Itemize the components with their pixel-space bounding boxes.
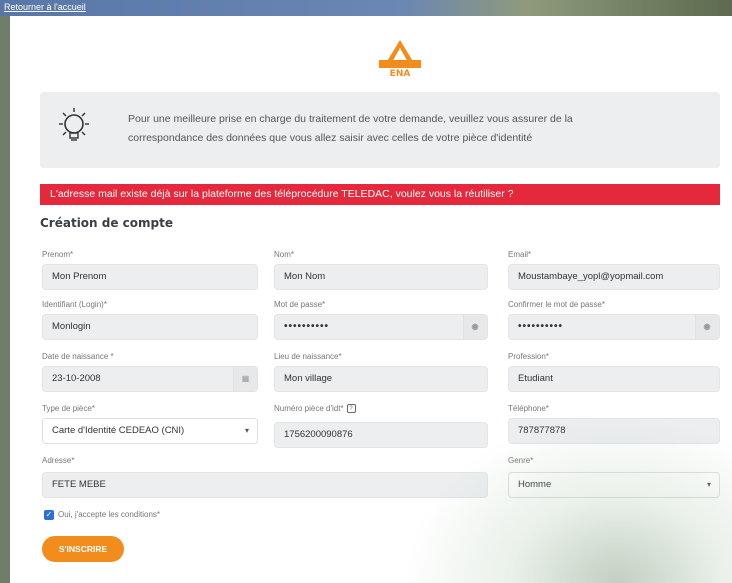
- profession-label: Profession*: [508, 352, 549, 361]
- registration-card: ENA Pour une meilleure prise en charge d…: [10, 16, 732, 583]
- help-icon[interactable]: ?: [346, 404, 356, 414]
- lieu-naissance-input[interactable]: Mon village: [274, 366, 488, 392]
- nom-label: Nom*: [274, 250, 295, 259]
- genre-label: Genre*: [508, 456, 534, 465]
- terms-label: Oui, j'accepte les conditions*: [58, 510, 161, 519]
- profession-input[interactable]: Etudiant: [508, 366, 720, 392]
- terms-checkbox[interactable]: ✓: [44, 510, 54, 520]
- lieu-naissance-label: Lieu de naissance*: [274, 352, 342, 361]
- nom-input[interactable]: Mon Nom: [274, 264, 488, 290]
- date-naissance-input[interactable]: 23-10-2008 ▦: [42, 366, 258, 392]
- confirmer-mdp-input[interactable]: •••••••••• ◉: [508, 314, 720, 340]
- register-button[interactable]: S'INSCRIRE: [42, 536, 124, 562]
- email-input[interactable]: Moustambaye_yopl@yopmail.com: [508, 264, 720, 290]
- prenom-label: Prenom*: [42, 250, 74, 259]
- telephone-input[interactable]: 787877878: [508, 418, 720, 444]
- mot-de-passe-input[interactable]: •••••••••• ◉: [274, 314, 488, 340]
- info-message: Pour une meilleure prise en charge du tr…: [128, 113, 573, 144]
- show-password-toggle[interactable]: ◉: [463, 315, 487, 339]
- show-confirm-password-toggle[interactable]: ◉: [695, 315, 719, 339]
- numero-piece-input[interactable]: 1756200090876: [274, 422, 488, 448]
- top-banner: [0, 0, 732, 16]
- calendar-icon[interactable]: ▦: [233, 367, 257, 391]
- ena-logo: ENA: [365, 38, 435, 90]
- adresse-input[interactable]: FETE MEBE: [42, 472, 488, 498]
- telephone-label: Téléphone*: [508, 404, 549, 413]
- email-label: Email*: [508, 250, 532, 259]
- svg-text:ENA: ENA: [390, 69, 411, 78]
- chevron-down-icon: ▾: [706, 480, 711, 489]
- type-piece-select[interactable]: Carte d'Identité CEDEAO (CNI) ▾: [42, 418, 258, 444]
- lightbulb-icon: [59, 108, 89, 141]
- identifiant-input[interactable]: Monlogin: [42, 314, 258, 340]
- back-to-home-link[interactable]: Retourner à l'accueil: [4, 2, 86, 12]
- date-naissance-label: Date de naissance *: [42, 352, 114, 361]
- identifiant-label: Identifiant (Login)*: [42, 300, 107, 309]
- chevron-down-icon: ▾: [244, 426, 249, 435]
- form-title: Création de compte: [40, 216, 174, 230]
- confirmer-mdp-label: Confirmer le mot de passe*: [508, 300, 605, 309]
- mot-de-passe-label: Mot de passe*: [274, 300, 326, 309]
- adresse-label: Adresse*: [42, 456, 75, 465]
- info-notice: Pour une meilleure prise en charge du tr…: [40, 92, 720, 168]
- genre-select[interactable]: Homme ▾: [508, 472, 720, 498]
- email-exists-alert[interactable]: L'adresse mail existe déjà sur la platef…: [40, 184, 720, 205]
- prenom-input[interactable]: Mon Prenom: [42, 264, 258, 290]
- type-piece-label: Type de pièce*: [42, 404, 95, 413]
- numero-piece-label: Numéro pièce d'idt*?: [274, 404, 356, 414]
